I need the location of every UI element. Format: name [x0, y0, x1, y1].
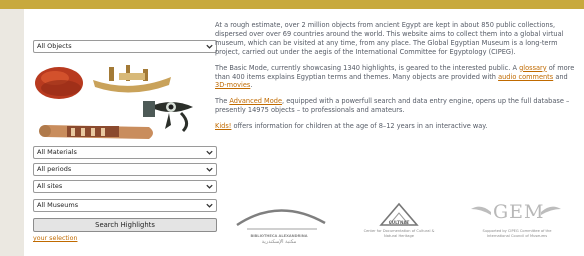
chevron-down-icon: [206, 203, 213, 208]
kids-link[interactable]: Kids!: [215, 122, 231, 130]
chevron-down-icon: [206, 44, 213, 49]
materials-select[interactable]: All Materials: [33, 146, 217, 159]
cultnat-subtitle: Center for Documentation of Cultural & N…: [363, 229, 435, 238]
intro-text: At a rough estimate, over 2 million obje…: [215, 21, 575, 138]
intro-paragraph-2: The Basic Mode, currently showcasing 134…: [215, 64, 575, 91]
3d-movies-link[interactable]: 3D-movies: [215, 81, 250, 89]
bibliotheca-alexandrina-logo: [236, 209, 326, 230]
museums-select[interactable]: All Museums: [33, 199, 217, 212]
your-selection-link[interactable]: your selection: [33, 235, 77, 242]
text: offers information for children at the a…: [231, 122, 488, 131]
chevron-down-icon: [206, 167, 213, 172]
sites-select[interactable]: All sites: [33, 180, 217, 193]
page-content: All Objects All Materials All periods Al…: [24, 9, 584, 256]
museums-select-value: All Museums: [37, 201, 79, 209]
audio-comments-link[interactable]: audio comments: [498, 73, 553, 81]
alexandrina-arabic: مكتبة الإسكندرية: [261, 239, 297, 245]
intro-paragraph-3: The Advanced Mode, equipped with a power…: [215, 97, 575, 115]
partner-logos: BIBLIOTHECA ALEXANDRINA مكتبة الإسكندرية…: [219, 199, 579, 256]
cultnat-title: CULTNAT: [388, 220, 410, 225]
text: The: [215, 97, 230, 106]
wing-icon: [471, 206, 491, 215]
gem-subtitle: Supported by CIPEG Committee of the Inte…: [482, 229, 552, 238]
text: .: [250, 81, 253, 90]
glossary-link[interactable]: glossary: [519, 64, 547, 72]
intro-paragraph-1: At a rough estimate, over 2 million obje…: [215, 21, 564, 56]
objects-select[interactable]: All Objects: [33, 40, 217, 53]
wing-icon: [541, 206, 561, 215]
search-highlights-button[interactable]: Search Highlights: [33, 218, 217, 232]
periods-select[interactable]: All periods: [33, 163, 217, 176]
intro-paragraph-4: Kids! offers information for children at…: [215, 122, 575, 131]
alexandrina-title: BIBLIOTHECA ALEXANDRINA: [250, 234, 308, 238]
advanced-mode-link[interactable]: Advanced Mode: [229, 97, 282, 105]
periods-select-value: All periods: [37, 165, 72, 173]
text: and: [553, 72, 568, 81]
text: The Basic Mode, currently showcasing 134…: [215, 63, 520, 72]
gem-logo-title: GEM: [493, 201, 545, 223]
chevron-down-icon: [206, 184, 213, 189]
top-accent-bar: [0, 0, 584, 9]
chevron-down-icon: [206, 150, 213, 155]
materials-select-value: All Materials: [37, 148, 77, 156]
filter-panel: All Objects All Materials All periods Al…: [31, 9, 217, 256]
egyptian-objects-image: [35, 65, 193, 139]
sites-select-value: All sites: [37, 182, 63, 190]
objects-select-value: All Objects: [37, 42, 72, 50]
